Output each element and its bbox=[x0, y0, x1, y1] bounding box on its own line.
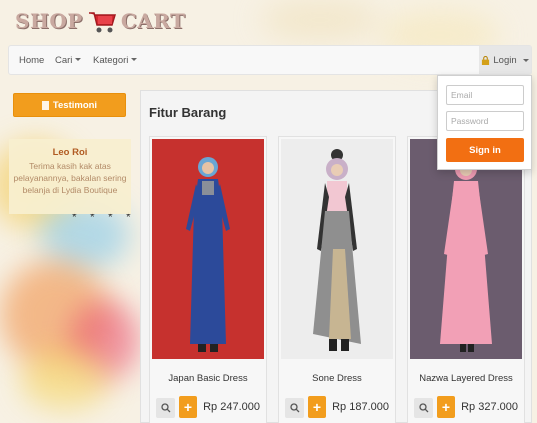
chevron-down-icon bbox=[131, 58, 138, 61]
product-card: Sone Dress + Rp 187.000 bbox=[278, 136, 396, 423]
testimonial-text: Terima kasih kak atas pelayanannya, baka… bbox=[13, 161, 127, 195]
magnifier-icon bbox=[418, 403, 428, 413]
nav-cari-dropdown[interactable]: Cari bbox=[55, 55, 82, 66]
logo-word-shop: SHOP bbox=[15, 9, 83, 33]
testimoni-label: Testimoni bbox=[52, 99, 98, 111]
top-navbar: Home Cari Kategori Login bbox=[8, 45, 532, 75]
product-image[interactable] bbox=[410, 139, 522, 359]
product-name[interactable]: Japan Basic Dress bbox=[150, 373, 266, 384]
nav-kategori-label: Kategori bbox=[93, 55, 129, 66]
product-price: Rp 187.000 bbox=[332, 401, 389, 413]
login-dropdown-menu: Sign in bbox=[437, 75, 532, 170]
plus-icon: + bbox=[312, 399, 322, 415]
document-icon bbox=[41, 100, 49, 110]
nav-cari-label: Cari bbox=[55, 55, 73, 66]
magnifier-icon bbox=[289, 403, 299, 413]
product-card: Nazwa Layered Dress + Rp 327.000 bbox=[407, 136, 525, 423]
shop-cart-logo[interactable]: SHOP CART bbox=[15, 6, 185, 36]
product-card: Japan Basic Dress + Rp 247.000 bbox=[149, 136, 267, 423]
login-label: Login bbox=[493, 54, 517, 66]
testimoni-button[interactable]: Testimoni bbox=[13, 93, 126, 117]
zoom-button[interactable] bbox=[414, 398, 433, 418]
login-dropdown-toggle[interactable]: Login bbox=[479, 46, 531, 74]
chevron-down-icon bbox=[75, 58, 82, 61]
lock-icon bbox=[482, 55, 490, 65]
chevron-down-icon bbox=[522, 58, 529, 62]
product-image[interactable] bbox=[281, 139, 393, 359]
password-field[interactable] bbox=[446, 111, 524, 131]
nav-kategori-dropdown[interactable]: Kategori bbox=[93, 55, 138, 66]
sign-in-button[interactable]: Sign in bbox=[446, 138, 524, 162]
product-price: Rp 327.000 bbox=[461, 401, 518, 413]
product-name[interactable]: Nazwa Layered Dress bbox=[408, 373, 524, 384]
product-price: Rp 247.000 bbox=[203, 401, 260, 413]
nav-home[interactable]: Home bbox=[19, 55, 44, 66]
plus-icon: + bbox=[183, 399, 193, 415]
email-field[interactable] bbox=[446, 85, 524, 105]
add-to-cart-button[interactable]: + bbox=[308, 396, 326, 418]
shopping-cart-icon bbox=[88, 12, 116, 33]
zoom-button[interactable] bbox=[156, 398, 175, 418]
testimonial-name: Leo Roi bbox=[52, 147, 88, 158]
add-to-cart-button[interactable]: + bbox=[179, 396, 197, 418]
add-to-cart-button[interactable]: + bbox=[437, 396, 455, 418]
logo-word-cart: CART bbox=[120, 9, 186, 33]
magnifier-icon bbox=[160, 403, 170, 413]
testimonial-card: Leo Roi Terima kasih kak atas pelayanann… bbox=[9, 139, 131, 214]
zoom-button[interactable] bbox=[285, 398, 304, 418]
plus-icon: + bbox=[441, 399, 451, 415]
product-image[interactable] bbox=[152, 139, 264, 359]
product-name[interactable]: Sone Dress bbox=[279, 373, 395, 384]
page-title: Fitur Barang bbox=[149, 105, 227, 120]
